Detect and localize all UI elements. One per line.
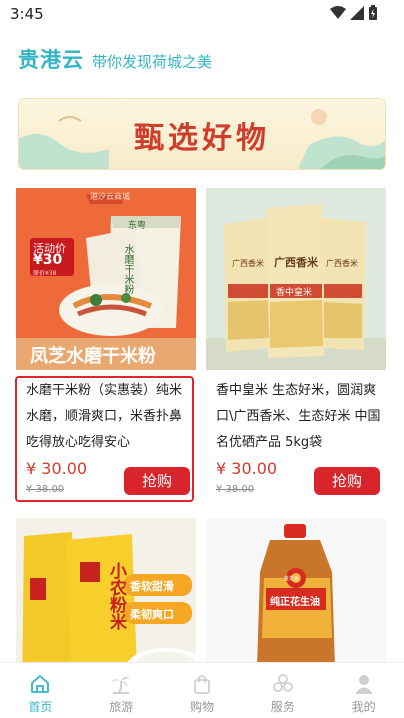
promo-price: ¥30 — [33, 252, 63, 268]
banner-title: 甄选好物 — [134, 121, 270, 156]
battery-icon — [369, 5, 377, 20]
nav-item-profile[interactable]: 我的 — [323, 663, 404, 718]
home-icon — [31, 675, 50, 693]
wifi-icon — [330, 6, 346, 19]
signal-icon — [350, 6, 364, 20]
oil-brand: 金龙鱼 — [284, 576, 300, 582]
product-price: ¥ 30.00 — [216, 459, 278, 478]
peanut-oil-product-image — [206, 518, 386, 662]
bag-title-right: 广西香米 — [326, 259, 358, 268]
status-time: 3:45 — [10, 5, 44, 23]
nav-label-profile: 我的 — [351, 700, 376, 714]
product-image[interactable]: 小农粉米 香软甜滑 柔韧爽口 — [16, 518, 196, 662]
nav-item-service[interactable]: 服务 — [242, 663, 323, 718]
image-footer-text: 凤芝水磨干米粉 — [30, 346, 156, 367]
status-bar: 3:45 — [0, 0, 404, 28]
nav-label-shopping: 购物 — [189, 700, 214, 714]
bag-name: 水磨干米粉 — [122, 244, 133, 294]
product-image[interactable]: 金龙鱼 纯正花生油 — [206, 518, 386, 662]
bag-name: 小农粉米 — [106, 562, 126, 630]
product-old-price: ¥ 38.00 — [216, 484, 255, 495]
user-icon — [354, 675, 373, 694]
shopping-bag-icon — [194, 675, 210, 694]
bag-brand: 东粤 — [128, 221, 147, 231]
bottom-navigation: 首页 旅游 购物 服务 我的 — [0, 662, 404, 718]
buy-button[interactable]: 抢购 — [314, 467, 380, 495]
nav-item-shopping[interactable]: 购物 — [162, 663, 243, 718]
brand-title: 贵港云 — [18, 48, 84, 72]
product-description: 香中皇米 生态好米，圆润爽口\广西香米、生态好米 中国名优硒产品 5kg袋 — [216, 383, 381, 450]
nav-label-service: 服务 — [270, 700, 295, 714]
service-icon — [272, 674, 293, 692]
tag-1: 香软甜滑 — [130, 580, 174, 593]
nav-item-travel[interactable]: 旅游 — [81, 663, 162, 718]
palm-tree-icon — [112, 677, 131, 694]
app-header: 贵港云 带你发现荷城之美 — [18, 44, 212, 74]
featured-banner[interactable]: 甄选好物 — [18, 98, 386, 170]
tag-2: 柔韧爽口 — [130, 608, 174, 621]
nav-label-travel: 旅游 — [109, 700, 134, 714]
rice-bag-product-image — [206, 188, 386, 370]
image-top-tag: 港汐云商城 — [90, 192, 130, 201]
product-image[interactable]: 港汐云商城 活动价 ¥30 原价¥38 东粤 水磨干米粉 凤芝水磨干米粉 — [16, 188, 196, 370]
product-card[interactable]: 金龙鱼 纯正花生油 — [206, 518, 386, 662]
promo-old-price: 原价¥38 — [33, 270, 57, 277]
bag-title-left: 广西香米 — [232, 259, 264, 268]
nav-label-home: 首页 — [28, 700, 53, 714]
nav-item-home[interactable]: 首页 — [0, 663, 81, 718]
status-icons — [330, 5, 378, 21]
selection-highlight — [15, 376, 194, 502]
brand-slogan: 带你发现荷城之美 — [92, 53, 213, 71]
bag-title-mid: 广西香米 — [274, 256, 318, 269]
product-image[interactable]: 广西香米 广西香米 广西香米 香中皇米 — [206, 188, 386, 370]
bag-subtitle: 香中皇米 — [276, 288, 313, 298]
oil-label: 纯正花生油 — [270, 597, 320, 608]
product-card[interactable]: 小农粉米 香软甜滑 柔韧爽口 — [16, 518, 196, 662]
